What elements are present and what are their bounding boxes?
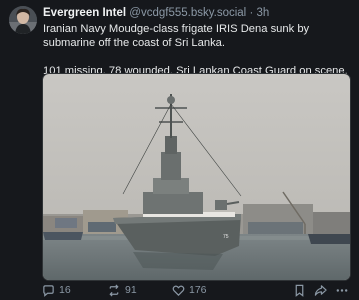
post-card[interactable]: Evergreen Intel @vcdgf555.bsky.social · … [0,0,359,300]
avatar[interactable] [9,6,37,34]
repost-icon [109,284,119,296]
warship-photo: 75 [43,74,350,280]
post-actions: 16 91 176 [42,283,352,297]
header-separator: · [249,7,254,19]
avatar-image [9,6,37,34]
post-text-line: Iranian Navy Moudge-class frigate IRIS D… [43,23,310,49]
author-name[interactable]: Evergreen Intel [43,7,126,19]
more-options-button[interactable] [335,283,349,297]
repost-button[interactable]: 91 [107,283,137,297]
reply-icon [43,284,54,297]
bookmark-icon [295,284,304,297]
post-timestamp[interactable]: 3h [256,7,269,19]
author-handle[interactable]: @vcdgf555.bsky.social [129,7,246,19]
reply-button[interactable]: 16 [42,283,71,297]
share-icon [314,284,327,296]
reply-count: 16 [59,284,71,296]
post-text: Iranian Navy Moudge-class frigate IRIS D… [43,22,353,78]
like-button[interactable]: 176 [172,283,207,297]
post-image[interactable]: 75 [42,73,351,281]
repost-count: 91 [125,284,137,296]
heart-icon [172,285,185,296]
share-button[interactable] [314,283,327,297]
more-dots-icon [336,288,348,292]
bookmark-button[interactable] [294,283,305,297]
post-header: Evergreen Intel @vcdgf555.bsky.social · … [43,7,269,19]
ship-hull-number: 75 [223,234,229,240]
like-count: 176 [189,284,207,296]
